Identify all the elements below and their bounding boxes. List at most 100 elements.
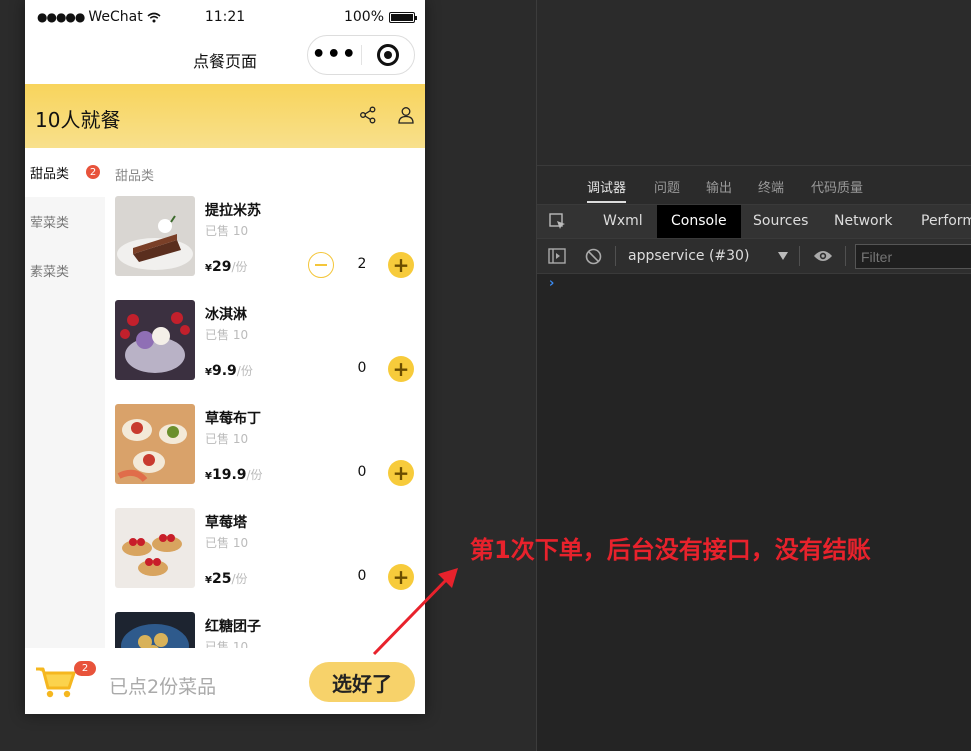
category-sidebar: 甜品类 2 荤菜类 素菜类 <box>25 148 105 648</box>
currency-symbol: ¥ <box>205 263 212 274</box>
chevron-down-icon[interactable] <box>778 252 788 260</box>
currency-symbol: ¥ <box>205 367 212 378</box>
cart-bar: 2 已点2份菜品 选好了 <box>25 648 425 714</box>
dish-quantity: 2 <box>357 256 367 272</box>
dish-item: 冰淇淋 已售 10 ¥9.9/份 0 + <box>105 300 425 404</box>
price-value: 29 <box>211 259 232 275</box>
dish-name: 提拉米苏 <box>205 203 261 219</box>
close-icon <box>376 44 399 66</box>
dish-sold: 已售 10 <box>205 224 249 238</box>
category-label: 素菜类 <box>30 265 70 280</box>
eye-icon[interactable] <box>813 249 833 263</box>
dish-list: 甜品类 提拉米苏 已售 10 ¥29/份 2 + 冰淇淋 已售 10 ¥9.9/… <box>105 148 425 648</box>
battery-status: 100% <box>343 9 417 25</box>
dish-item: 红糖团子 已售 10 <box>105 612 425 648</box>
inspect-element-icon[interactable] <box>549 213 567 231</box>
dish-price: ¥19.9/份 <box>205 466 263 483</box>
dish-image <box>115 404 195 484</box>
filter-input[interactable] <box>855 244 971 269</box>
checkout-button[interactable]: 选好了 <box>309 662 415 702</box>
price-unit: /份 <box>231 260 248 274</box>
dish-item: 草莓塔 已售 10 ¥25/份 0 + <box>105 508 425 612</box>
dish-sold: 已售 10 <box>205 640 249 648</box>
dish-price: ¥9.9/份 <box>205 362 253 379</box>
dish-name: 冰淇淋 <box>205 307 247 323</box>
dish-quantity: 0 <box>357 568 367 584</box>
category-label: 荤菜类 <box>30 216 70 231</box>
dish-name: 草莓布丁 <box>205 411 261 427</box>
dish-item: 提拉米苏 已售 10 ¥29/份 2 + <box>105 196 425 300</box>
price-value: 9.9 <box>211 363 237 379</box>
dish-price: ¥29/份 <box>205 258 248 275</box>
toolbar-divider <box>845 246 846 266</box>
sidebar-toggle-icon[interactable] <box>548 248 566 264</box>
toolbar-divider <box>615 246 616 266</box>
category-badge: 2 <box>86 165 100 179</box>
tab-issues[interactable]: 问题 <box>654 177 680 196</box>
increase-button[interactable]: + <box>388 564 414 590</box>
dish-image <box>115 196 195 276</box>
miniprogram-capsule: ••• <box>307 35 415 75</box>
battery-icon <box>389 11 417 23</box>
toolbar-divider <box>799 246 800 266</box>
nav-bar: 点餐页面 ••• <box>25 35 425 84</box>
currency-symbol: ¥ <box>205 471 212 482</box>
currency-symbol: ¥ <box>205 575 212 586</box>
decrease-button[interactable] <box>308 252 334 278</box>
tab-code-quality[interactable]: 代码质量 <box>811 177 863 196</box>
increase-button[interactable]: + <box>388 356 414 382</box>
dish-sold: 已售 10 <box>205 328 249 342</box>
category-meat[interactable]: 荤菜类 <box>25 197 105 246</box>
cart-count-badge: 2 <box>74 661 96 676</box>
close-miniprogram-button[interactable] <box>361 44 414 66</box>
shopping-cart-icon[interactable] <box>35 664 77 700</box>
share-icon[interactable] <box>359 106 377 124</box>
devtools-panel: 调试器 问题 输出 终端 代码质量 Wxml Console Sources N… <box>537 165 971 751</box>
dish-sold: 已售 10 <box>205 536 249 550</box>
tab-debugger[interactable]: 调试器 <box>587 177 627 203</box>
tab-output[interactable]: 输出 <box>706 177 732 196</box>
devtools-panel-tabs: Wxml Console Sources Network Perform <box>537 204 971 239</box>
dish-image <box>115 300 195 380</box>
price-value: 19.9 <box>211 467 247 483</box>
dish-quantity: 0 <box>357 360 367 376</box>
panel-network[interactable]: Network <box>834 205 892 239</box>
price-unit: /份 <box>246 468 263 482</box>
battery-percent: 100% <box>343 9 384 25</box>
menu-area: 甜品类 2 荤菜类 素菜类 甜品类 提拉米苏 已售 10 ¥29/份 2 + 冰… <box>25 148 425 648</box>
panel-wxml[interactable]: Wxml <box>603 205 643 239</box>
price-value: 25 <box>211 571 232 587</box>
status-bar: ●●●●● WeChat 11:21 100% <box>25 0 425 36</box>
price-unit: /份 <box>231 572 248 586</box>
category-veg[interactable]: 素菜类 <box>25 246 105 295</box>
dish-item: 草莓布丁 已售 10 ¥19.9/份 0 + <box>105 404 425 508</box>
panel-performance[interactable]: Perform <box>921 205 971 239</box>
dish-sold: 已售 10 <box>205 432 249 446</box>
context-selector[interactable]: appservice (#30) <box>628 248 749 264</box>
panel-console[interactable]: Console <box>657 205 741 239</box>
dish-name: 红糖团子 <box>205 619 261 635</box>
dish-price: ¥25/份 <box>205 570 248 587</box>
more-icon[interactable]: ••• <box>308 44 361 66</box>
tab-terminal[interactable]: 终端 <box>758 177 784 196</box>
increase-button[interactable]: + <box>388 252 414 278</box>
user-icon[interactable] <box>397 106 415 124</box>
dish-image <box>115 612 195 648</box>
category-dessert[interactable]: 甜品类 2 <box>25 148 105 197</box>
console-prompt[interactable]: › <box>549 276 554 291</box>
devtools-top-tabs: 调试器 问题 输出 终端 代码质量 <box>537 166 971 204</box>
clear-console-icon[interactable] <box>585 248 602 265</box>
panel-sources[interactable]: Sources <box>753 205 808 239</box>
phone-simulator: ●●●●● WeChat 11:21 100% 点餐页面 ••• 10人就餐 甜… <box>25 0 425 714</box>
category-label: 甜品类 <box>30 167 70 182</box>
price-unit: /份 <box>236 364 253 378</box>
dining-banner: 10人就餐 <box>25 84 425 148</box>
increase-button[interactable]: + <box>388 460 414 486</box>
dish-image <box>115 508 195 588</box>
console-toolbar: appservice (#30) <box>537 238 971 274</box>
diners-count: 10人就餐 <box>35 108 121 132</box>
dish-name: 草莓塔 <box>205 515 247 531</box>
cart-summary: 已点2份菜品 <box>109 676 217 698</box>
annotation-text: 第1次下单，后台没有接口，没有结账 <box>470 536 871 564</box>
section-title: 甜品类 <box>115 169 155 184</box>
